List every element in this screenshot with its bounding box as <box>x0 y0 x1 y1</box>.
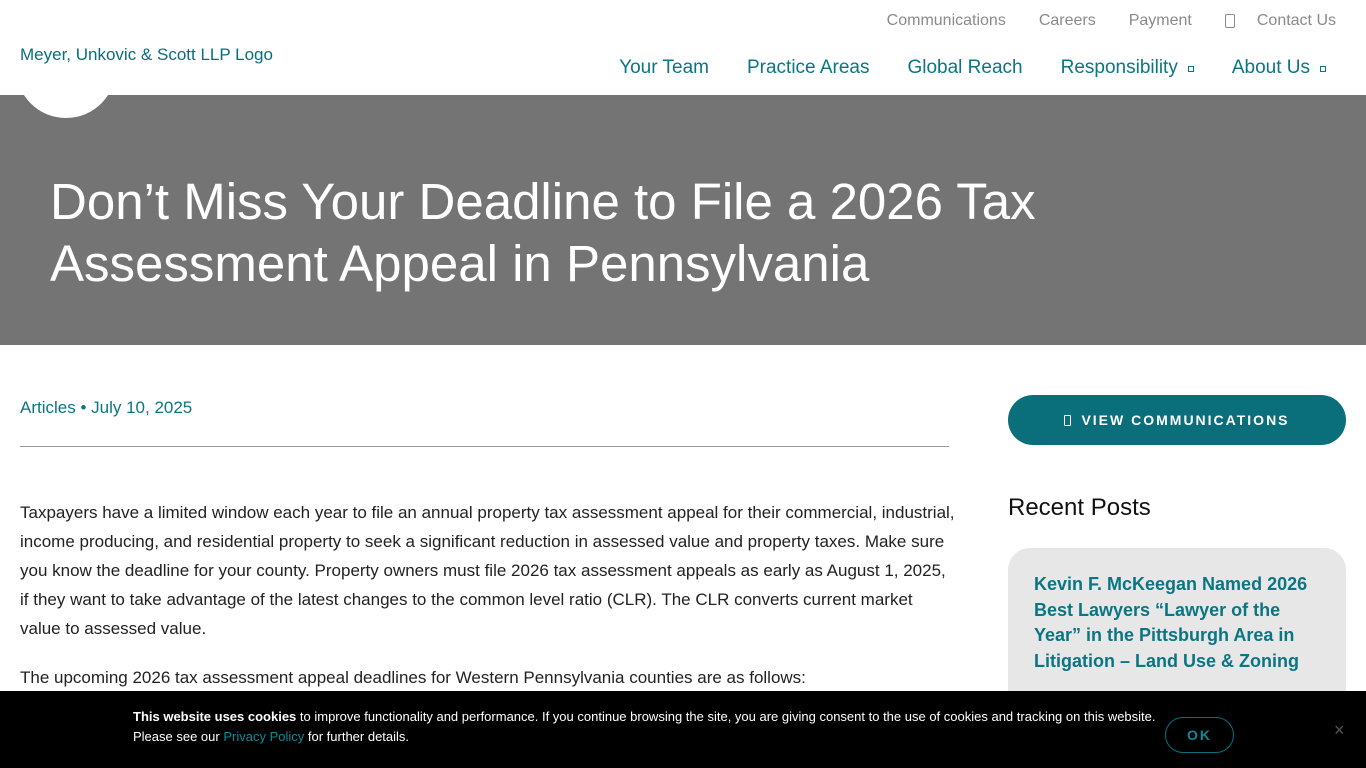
page-title: Don’t Miss Your Deadline to File a 2026 … <box>50 173 1036 292</box>
list-icon <box>1064 414 1072 426</box>
nav-responsibility[interactable]: Responsibility <box>1061 57 1194 79</box>
view-communications-button[interactable]: VIEW COMMUNICATIONS <box>1008 395 1346 445</box>
top-link-contact[interactable]: Contact Us <box>1224 12 1336 30</box>
recent-posts-title: Recent Posts <box>1008 494 1151 521</box>
meta-divider <box>20 446 949 447</box>
view-communications-label: VIEW COMMUNICATIONS <box>1081 412 1290 428</box>
cookie-message: This website uses cookies to improve fun… <box>133 707 1163 747</box>
cookie-ok-button[interactable]: OK <box>1165 717 1234 753</box>
phone-icon <box>1224 14 1235 28</box>
recent-post-link[interactable]: Kevin F. McKeegan Named 2026 Best Lawyer… <box>1034 572 1320 674</box>
top-link-communications[interactable]: Communications <box>887 12 1006 30</box>
site-logo[interactable]: Meyer, Unkovic & Scott LLP Logo <box>20 45 273 65</box>
top-link-payment[interactable]: Payment <box>1129 12 1192 30</box>
nav-practice-areas[interactable]: Practice Areas <box>747 57 870 79</box>
top-link-careers[interactable]: Careers <box>1039 12 1096 30</box>
article-paragraph: Taxpayers have a limited window each yea… <box>20 503 955 638</box>
cookie-banner: This website uses cookies to improve fun… <box>0 691 1366 768</box>
site-header: Meyer, Unkovic & Scott LLP Logo Communic… <box>0 0 1366 118</box>
main-nav: Your Team Practice Areas Global Reach Re… <box>581 57 1326 79</box>
hero-banner: Don’t Miss Your Deadline to File a 2026 … <box>0 95 1366 345</box>
contact-label: Contact Us <box>1256 12 1336 29</box>
logo-badge <box>16 18 116 118</box>
dropdown-icon <box>1320 66 1326 72</box>
article-meta: Articles • July 10, 2025 <box>20 398 193 417</box>
dropdown-icon <box>1187 66 1194 72</box>
cookie-text-2: for further details. <box>304 729 410 744</box>
nav-about-us[interactable]: About Us <box>1232 57 1326 79</box>
privacy-policy-link[interactable]: Privacy Policy <box>223 729 304 744</box>
cookie-bold: This website uses cookies <box>133 709 297 724</box>
nav-your-team[interactable]: Your Team <box>619 57 709 79</box>
article-body: Taxpayers have a limited window each yea… <box>20 498 955 712</box>
nav-about-us-label: About Us <box>1231 57 1310 78</box>
nav-global-reach[interactable]: Global Reach <box>907 57 1022 79</box>
close-icon[interactable]: × <box>1334 721 1345 739</box>
utility-nav: Communications Careers Payment Contact U… <box>854 12 1336 30</box>
nav-responsibility-label: Responsibility <box>1060 57 1178 78</box>
article-paragraph: The upcoming 2026 tax assessment appeal … <box>20 668 806 687</box>
